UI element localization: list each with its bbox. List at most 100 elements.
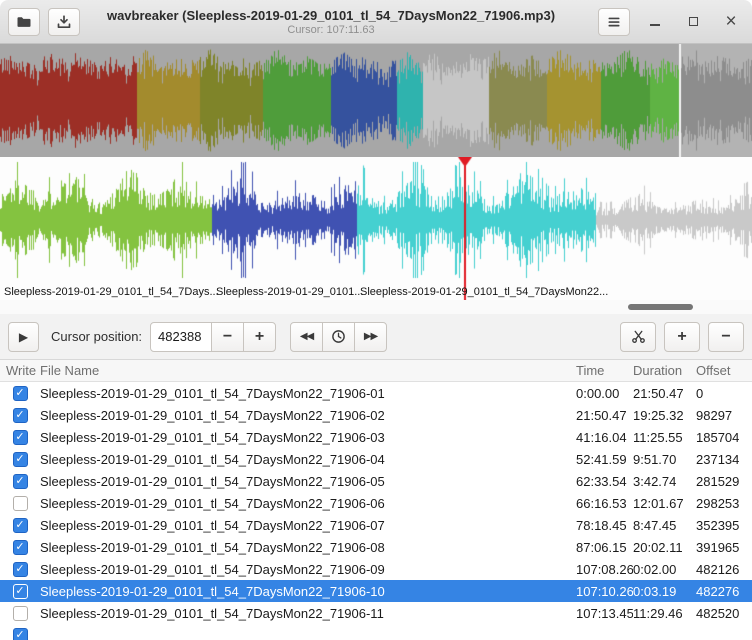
cell-offset: 482520 xyxy=(696,606,752,621)
cell-filename: Sleepless-2019-01-29_0101_tl_54_7DaysMon… xyxy=(40,584,576,599)
track-label: Sleepless-2019-01-29_0101... xyxy=(216,286,363,298)
seek-button-group: ◀◀ ▶▶ xyxy=(290,322,387,352)
write-cell xyxy=(0,496,40,511)
seek-backward-button[interactable]: ◀◀ xyxy=(290,322,323,352)
jump-to-time-button[interactable] xyxy=(322,322,355,352)
cell-duration: 11:25.55 xyxy=(633,430,696,445)
write-cell: ✓ xyxy=(0,408,40,423)
main-waveform[interactable]: Sleepless-2019-01-29_0101_tl_54_7Days...… xyxy=(0,157,752,300)
cell-duration: 20:02.11 xyxy=(633,540,696,555)
column-header-offset[interactable]: Offset xyxy=(696,363,752,378)
cell-offset: 298253 xyxy=(696,496,752,511)
cell-filename: Sleepless-2019-01-29_0101_tl_54_7DaysMon… xyxy=(40,518,576,533)
write-checkbox[interactable]: ✓ xyxy=(13,474,28,489)
cell-time: 107:10.26 xyxy=(576,584,633,599)
menu-button[interactable] xyxy=(598,8,630,36)
cell-duration: 9:51.70 xyxy=(633,452,696,467)
write-checkbox[interactable]: ✓ xyxy=(13,430,28,445)
table-row[interactable]: ✓Sleepless-2019-01-29_0101_tl_54_7DaysMo… xyxy=(0,470,752,492)
write-cell: ✓ xyxy=(0,518,40,533)
spin-down-button[interactable]: − xyxy=(211,322,244,352)
header-bar: wavbreaker (Sleepless-2019-01-29_0101_tl… xyxy=(0,0,752,44)
table-row[interactable]: ✓ Sleepless-2019-01-29_0101_tl_54_7DaysMo… xyxy=(0,426,752,448)
cell-duration: 0:02.00 xyxy=(633,562,696,577)
table-row[interactable]: ✓ Sleepless-2019-01-29_0101_tl_54_7DaysMo… xyxy=(0,580,752,602)
cell-offset: 391965 xyxy=(696,540,752,555)
save-button[interactable] xyxy=(48,8,80,36)
cell-time: 87:06.15 xyxy=(576,540,633,555)
cell-duration: 0:03.19 xyxy=(633,584,696,599)
close-button[interactable]: × xyxy=(718,9,744,35)
remove-break-button[interactable]: − xyxy=(708,322,744,352)
write-checkbox[interactable]: ✓ xyxy=(13,452,28,467)
cell-offset: 352395 xyxy=(696,518,752,533)
write-checkbox[interactable]: ✓ xyxy=(13,628,28,640)
table-row[interactable]: ✓Sleepless-2019-01-29_0101_tl_54_7DaysMo… xyxy=(0,536,752,558)
write-checkbox[interactable]: ✓ xyxy=(13,518,28,533)
column-header-time[interactable]: Time xyxy=(576,363,633,378)
write-checkbox[interactable]: ✓ xyxy=(13,584,28,599)
remove-icon: − xyxy=(721,328,730,346)
write-checkbox[interactable] xyxy=(13,496,28,511)
play-button[interactable]: ▶ xyxy=(8,322,39,352)
cell-filename: Sleepless-2019-01-29_0101_tl_54_7DaysMon… xyxy=(40,452,576,467)
cell-filename: Sleepless-2019-01-29_0101_tl_54_7DaysMon… xyxy=(40,430,576,445)
column-header-write[interactable]: Write xyxy=(0,363,40,378)
cell-offset: 185704 xyxy=(696,430,752,445)
write-cell: ✓ xyxy=(0,430,40,445)
cursor-position-label: Cursor position: xyxy=(51,329,142,344)
play-icon: ▶ xyxy=(19,330,28,344)
scrollbar-thumb[interactable] xyxy=(628,304,693,310)
add-break-button[interactable]: + xyxy=(664,322,700,352)
overview-waveform-canvas[interactable] xyxy=(0,44,752,157)
write-checkbox[interactable]: ✓ xyxy=(13,562,28,577)
write-checkbox[interactable]: ✓ xyxy=(13,408,28,423)
hamburger-icon xyxy=(606,14,622,30)
write-cell: ✓ xyxy=(0,452,40,467)
overview-waveform[interactable] xyxy=(0,44,752,157)
track-label: Sleepless-2019-01-29_0101_tl_54_7DaysMon… xyxy=(360,286,608,298)
write-checkbox[interactable] xyxy=(13,606,28,621)
write-checkbox[interactable]: ✓ xyxy=(13,386,28,401)
cell-offset: 482126 xyxy=(696,562,752,577)
cursor-readout: Cursor: 107:11.63 xyxy=(80,24,582,36)
folder-open-icon xyxy=(16,14,32,30)
cell-filename: Sleepless-2019-01-29_0101_tl_54_7DaysMon… xyxy=(40,386,576,401)
cell-duration: 21:50.47 xyxy=(633,386,696,401)
seek-forward-button[interactable]: ▶▶ xyxy=(354,322,387,352)
scissors-icon xyxy=(631,329,646,344)
main-waveform-canvas[interactable] xyxy=(0,157,752,300)
cell-offset: 0 xyxy=(696,386,752,401)
minimize-button[interactable] xyxy=(642,9,668,35)
clock-icon xyxy=(331,329,346,344)
maximize-button[interactable] xyxy=(680,9,706,35)
open-file-button[interactable] xyxy=(8,8,40,36)
cell-filename: Sleepless-2019-01-29_0101_tl_54_7DaysMon… xyxy=(40,606,576,621)
cell-duration: 12:01.67 xyxy=(633,496,696,511)
write-cell: ✓ xyxy=(0,628,40,640)
write-checkbox[interactable]: ✓ xyxy=(13,540,28,555)
table-row[interactable]: ✓ Sleepless-2019-01-29_0101_tl_54_7DaysMo… xyxy=(0,448,752,470)
column-header-duration[interactable]: Duration xyxy=(633,363,696,378)
table-row[interactable]: ✓Sleepless-2019-01-29_0101_tl_54_7DaysMo… xyxy=(0,558,752,580)
cell-filename: Sleepless-2019-01-29_0101_tl_54_7DaysMon… xyxy=(40,408,576,423)
cell-time: 78:18.45 xyxy=(576,518,633,533)
title-block: wavbreaker (Sleepless-2019-01-29_0101_tl… xyxy=(80,8,582,36)
waveform-scrollbar[interactable] xyxy=(0,300,752,314)
cell-time: 52:41.59 xyxy=(576,452,633,467)
table-row[interactable]: Sleepless-2019-01-29_0101_tl_54_7DaysMon… xyxy=(0,602,752,624)
table-row[interactable]: ✓ Sleepless-2019-01-29_0101_tl_54_7DaysMo… xyxy=(0,382,752,404)
spin-up-button[interactable]: + xyxy=(243,322,276,352)
table-row[interactable]: Sleepless-2019-01-29_0101_tl_54_7DaysMon… xyxy=(0,492,752,514)
cursor-position-input[interactable] xyxy=(150,322,212,352)
column-header-filename[interactable]: File Name xyxy=(40,363,576,378)
cell-time: 21:50.47 xyxy=(576,408,633,423)
table-row[interactable]: ✓ Sleepless-2019-01-29_0101_tl_54_7DaysMo… xyxy=(0,514,752,536)
cell-time: 41:16.04 xyxy=(576,430,633,445)
cut-button[interactable] xyxy=(620,322,656,352)
table-row[interactable]: ✓ xyxy=(0,624,752,640)
cell-time: 107:08.26 xyxy=(576,562,633,577)
table-row[interactable]: ✓ Sleepless-2019-01-29_0101_tl_54_7DaysMo… xyxy=(0,404,752,426)
track-table-body: ✓ Sleepless-2019-01-29_0101_tl_54_7DaysMo… xyxy=(0,382,752,640)
track-table-header: Write File Name Time Duration Offset xyxy=(0,360,752,382)
